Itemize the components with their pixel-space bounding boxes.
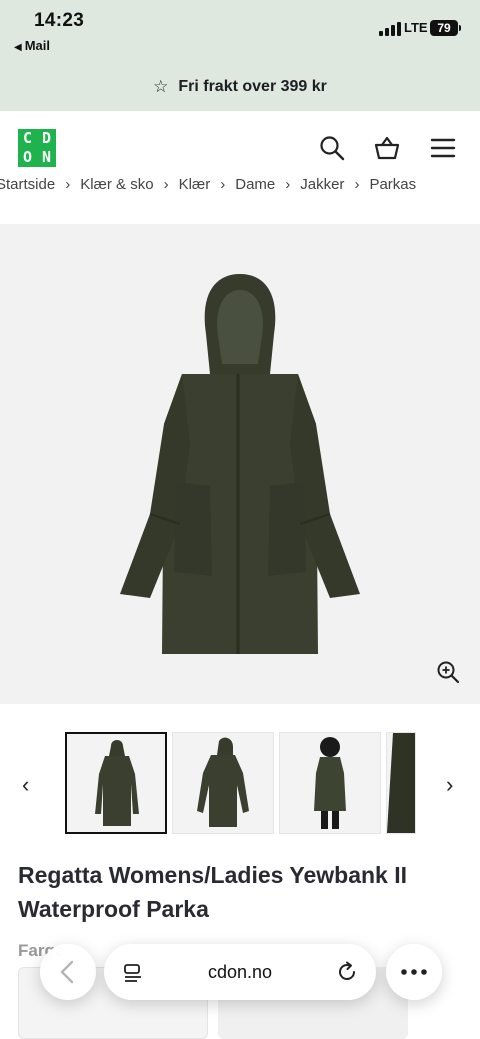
site-header: C D O N: [0, 111, 480, 181]
breadcrumb-item[interactable]: Klær: [179, 176, 211, 193]
breadcrumb-item[interactable]: Klær & sko: [80, 176, 153, 193]
chevron-right-icon: ›: [285, 176, 291, 193]
breadcrumb-item[interactable]: Jakker: [300, 176, 344, 193]
reload-icon[interactable]: [336, 961, 358, 983]
signal-icon: [379, 22, 401, 36]
product-title: Regatta Womens/Ladies Yewbank II Waterpr…: [18, 862, 408, 922]
menu-icon[interactable]: [429, 134, 457, 162]
promo-text: Fri frakt over 399 kr: [178, 77, 327, 95]
chevron-right-icon: ›: [65, 176, 71, 193]
zoom-in-icon[interactable]: [436, 660, 460, 684]
chevron-right-icon[interactable]: ›: [446, 772, 453, 798]
logo-letter: O: [22, 148, 33, 166]
thumbnail-side[interactable]: [172, 732, 274, 834]
chevron-left-icon: [60, 960, 74, 984]
battery-icon: 79: [430, 20, 461, 36]
thumbnail-detail[interactable]: [386, 732, 416, 834]
browser-back-button[interactable]: [40, 944, 96, 1000]
star-icon: ☆: [153, 76, 169, 96]
status-time: 14:23: [34, 10, 85, 31]
back-to-mail-link[interactable]: ◀ Mail: [14, 38, 50, 53]
thumbnail-carousel: ‹ ›: [0, 732, 480, 836]
chevron-right-icon: ›: [163, 176, 169, 193]
search-icon[interactable]: [318, 134, 346, 162]
breadcrumb-item[interactable]: Dame: [235, 176, 275, 193]
promo-banner: ☆ Fri frakt over 399 kr: [0, 62, 480, 111]
browser-toolbar: cdon.no: [0, 944, 480, 1004]
back-app-label: Mail: [24, 38, 50, 53]
thumbnail-front[interactable]: [65, 732, 167, 834]
breadcrumb-item[interactable]: Startside: [0, 176, 55, 193]
parka-thumbnail-image: [387, 733, 415, 833]
network-label: LTE: [404, 20, 428, 35]
chevron-right-icon: ›: [354, 176, 360, 193]
parka-thumbnail-image: [95, 740, 139, 826]
logo-letter: C: [22, 129, 33, 147]
ellipsis-icon: [401, 969, 427, 975]
parka-thumbnail-image: [314, 737, 346, 829]
back-triangle-icon: ◀: [14, 42, 22, 53]
parka-image: [120, 274, 360, 654]
parka-thumbnail-image: [197, 737, 249, 827]
address-bar[interactable]: cdon.no: [104, 944, 376, 1000]
breadcrumb: Startside › Klær & sko › Klær › Dame › Jakker › Pa…: [0, 176, 480, 193]
thumbnail-model-back[interactable]: [279, 732, 381, 834]
logo-letter: D: [41, 129, 52, 147]
product-main-image[interactable]: [0, 224, 480, 704]
cdon-logo[interactable]: C D O N: [18, 129, 56, 167]
breadcrumb-item[interactable]: Parkas: [369, 176, 416, 193]
chevron-left-icon[interactable]: ‹: [22, 772, 29, 798]
chevron-right-icon: ›: [220, 176, 226, 193]
logo-letter: N: [41, 148, 52, 166]
more-options-button[interactable]: [386, 944, 442, 1000]
basket-icon[interactable]: [373, 134, 401, 162]
status-bar: 14:23 ◀ Mail LTE 79: [0, 0, 480, 62]
